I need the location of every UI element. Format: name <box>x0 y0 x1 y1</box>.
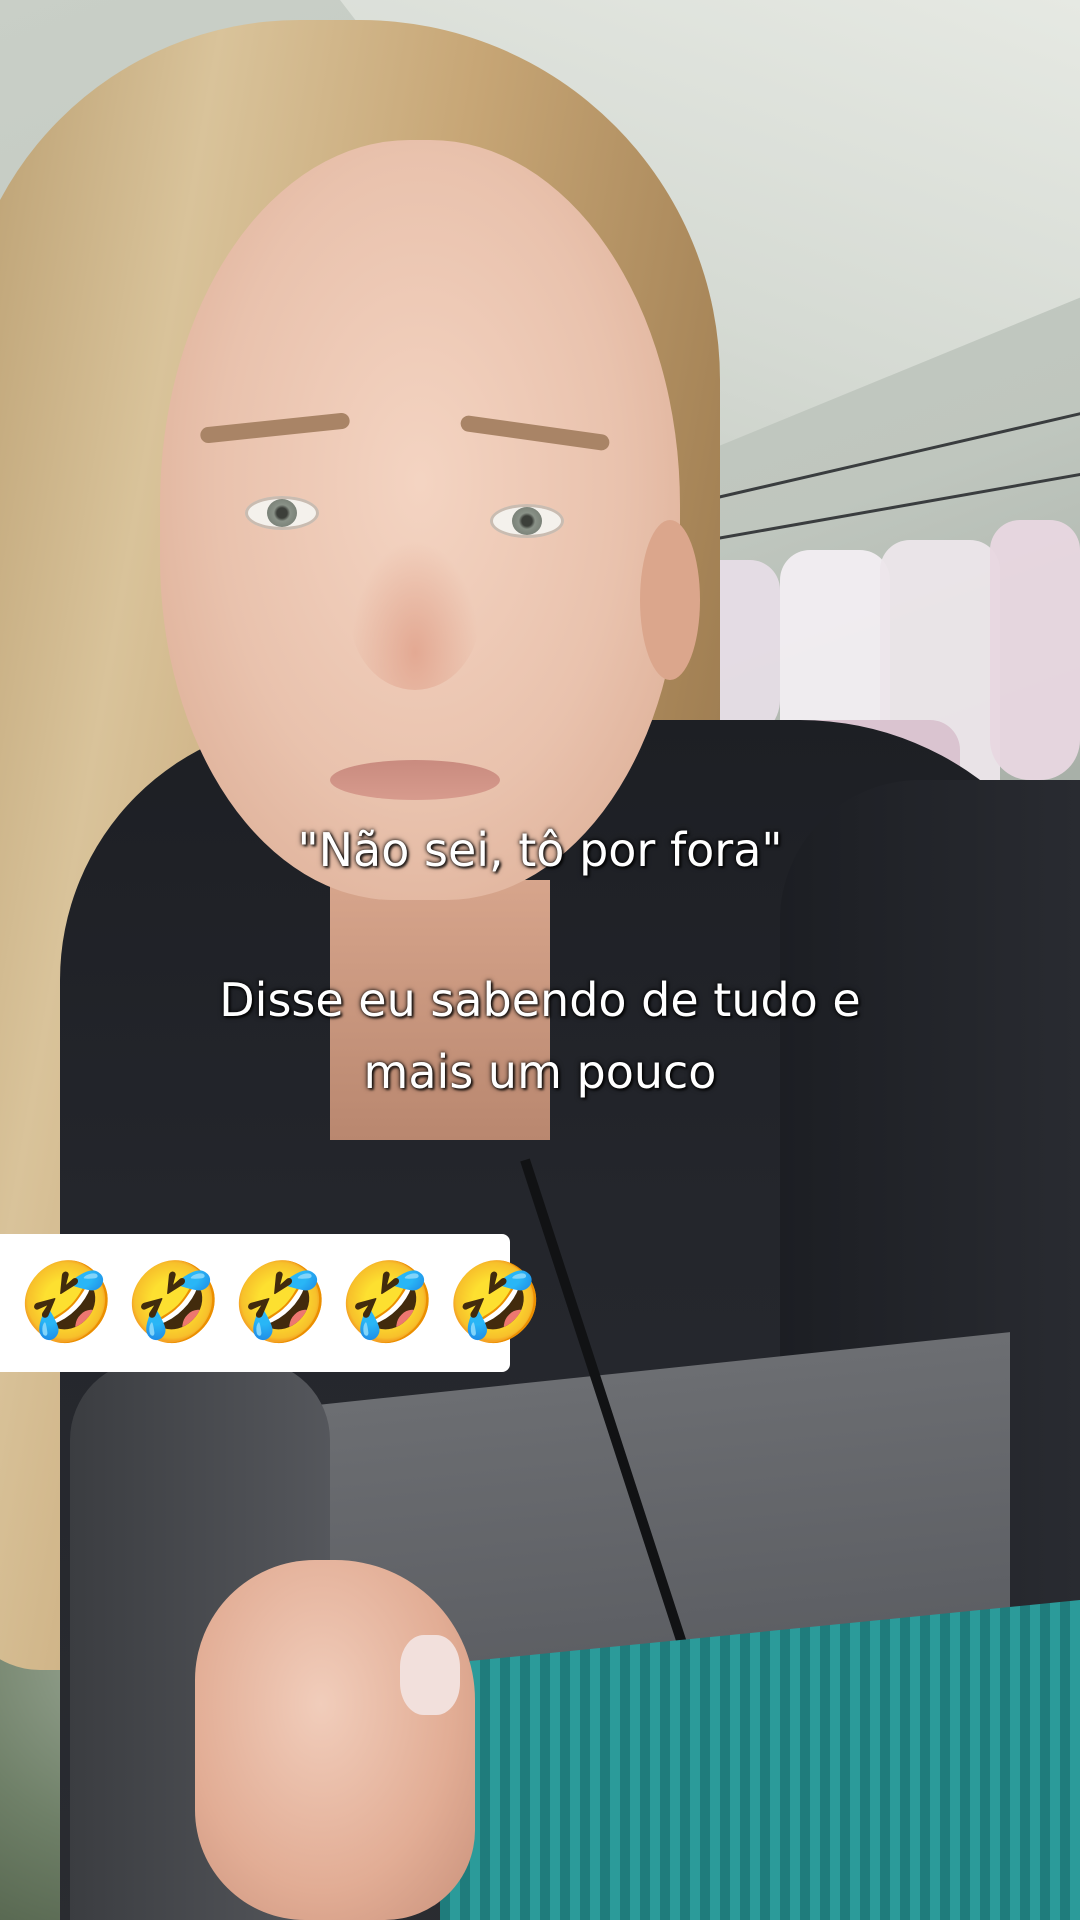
right-eye <box>490 504 564 538</box>
caption-body: Disse eu sabendo de tudo e mais um pouco <box>219 973 861 1099</box>
fingernail <box>400 1635 460 1715</box>
emoji-sticker: 🤣 🤣 🤣 🤣 🤣 <box>0 1234 544 1372</box>
hanging-clothes <box>990 520 1080 780</box>
left-eye <box>245 496 319 530</box>
ear <box>640 520 700 680</box>
rolling-laughing-emoji-icon: 🤣 <box>446 1258 544 1348</box>
hand <box>195 1560 475 1920</box>
caption-quote: "Não sei, tô por fora" <box>297 823 783 877</box>
rolling-laughing-emoji-icon: 🤣 <box>125 1258 223 1348</box>
mouth <box>330 760 500 800</box>
nose <box>350 540 480 690</box>
video-frame: "Não sei, tô por fora" Disse eu sabendo … <box>0 0 1080 1920</box>
rolling-laughing-emoji-icon: 🤣 <box>339 1258 437 1348</box>
rolling-laughing-emoji-icon: 🤣 <box>232 1258 330 1348</box>
rolling-laughing-emoji-icon: 🤣 <box>18 1258 116 1348</box>
